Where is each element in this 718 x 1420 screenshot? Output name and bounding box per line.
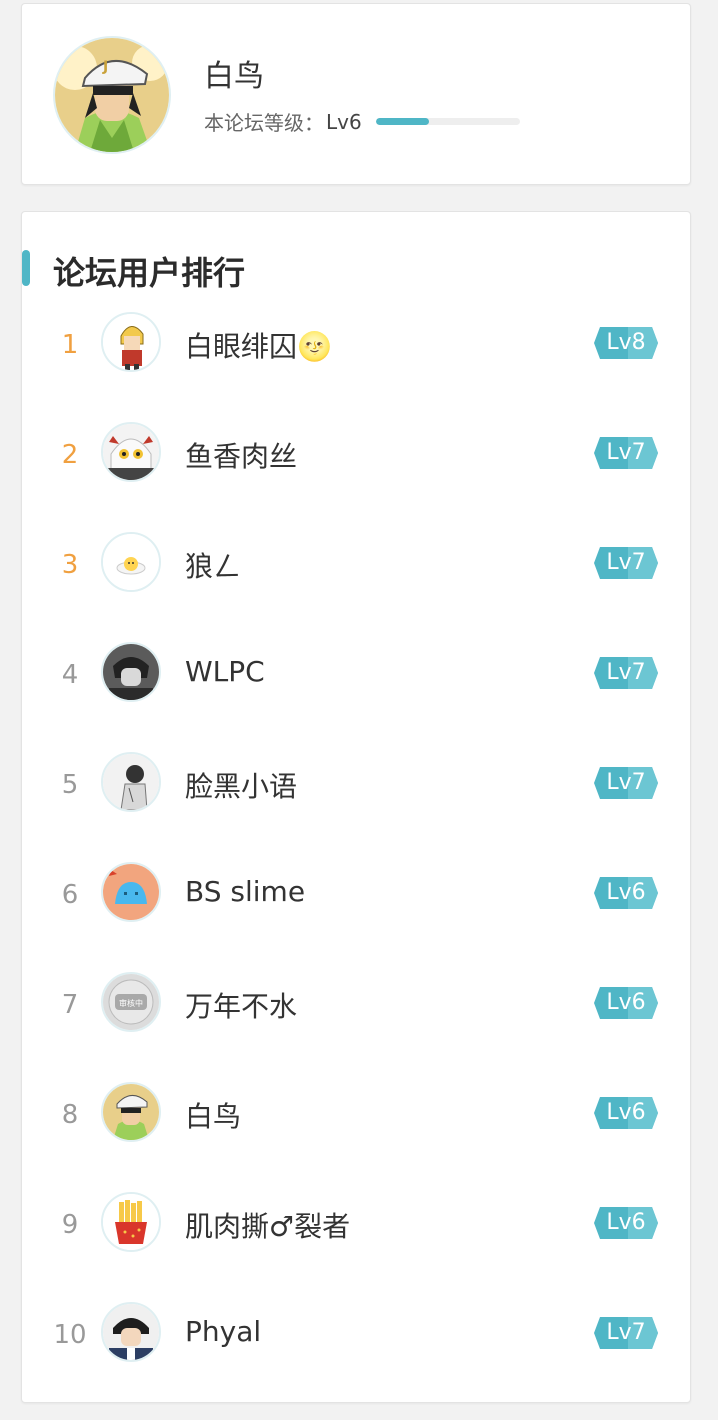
ranking-row[interactable]: 8 白鸟 Lv6 [22, 1070, 690, 1180]
rank-number: 8 [61, 1100, 79, 1130]
level-badge: Lv6 [594, 1097, 658, 1129]
under-review-icon: 审核中 [103, 974, 159, 1030]
level-badge: Lv6 [594, 987, 658, 1019]
level-badge: Lv7 [594, 1317, 658, 1349]
user-avatar[interactable]: 审核中 [101, 972, 161, 1032]
rank-number: 1 [61, 330, 79, 360]
user-avatar[interactable] [101, 1302, 161, 1362]
dark-hair-boy-icon [103, 644, 159, 700]
level-badge-text: Lv6 [606, 1100, 646, 1125]
level-badge-text: Lv7 [606, 660, 646, 685]
rank-number: 4 [61, 660, 79, 690]
ranking-row[interactable]: 1 白眼绯囚🌝 Lv8 [22, 300, 690, 410]
level-badge: Lv7 [594, 657, 658, 689]
level-value: Lv6 [326, 109, 362, 134]
rank-number: 2 [61, 440, 79, 470]
slime-icon [103, 864, 159, 920]
profile-card: J 白鸟 本论坛等级： Lv6 [21, 3, 691, 185]
svg-text:J: J [102, 59, 108, 75]
user-name[interactable]: Phyal [185, 1315, 261, 1348]
user-name[interactable]: BS slime [185, 875, 305, 908]
level-progress-fill [375, 118, 429, 125]
user-avatar[interactable] [101, 312, 161, 372]
user-avatar[interactable] [101, 752, 161, 812]
level-badge-text: Lv6 [606, 880, 646, 905]
level-badge-text: Lv7 [606, 770, 646, 795]
user-avatar[interactable] [101, 862, 161, 922]
level-badge: Lv7 [594, 767, 658, 799]
user-name[interactable]: 万年不水 [185, 985, 297, 1025]
sketch-boy-icon [103, 754, 159, 810]
level-badge-text: Lv6 [606, 990, 646, 1015]
ranking-row[interactable]: 9 肌肉撕♂裂者 Lv6 [22, 1180, 690, 1290]
level-badge-text: Lv7 [606, 550, 646, 575]
user-avatar[interactable] [101, 1192, 161, 1252]
rank-number: 9 [61, 1210, 79, 1240]
level-badge: Lv7 [594, 437, 658, 469]
jotaro-icon [103, 1084, 159, 1140]
ranking-row[interactable]: 4 WLPC Lv7 [22, 630, 690, 740]
level-badge: Lv6 [594, 1207, 658, 1239]
rank-number: 6 [61, 880, 79, 910]
user-name[interactable]: 脸黑小语 [185, 765, 297, 805]
user-name[interactable]: WLPC [185, 655, 265, 688]
level-badge: Lv7 [594, 547, 658, 579]
level-badge: Lv6 [594, 877, 658, 909]
level-badge-text: Lv7 [606, 1320, 646, 1345]
user-avatar[interactable] [101, 422, 161, 482]
level-badge-text: Lv8 [606, 330, 646, 355]
profile-level: 本论坛等级： Lv6 [204, 107, 520, 136]
rank-number: 10 [53, 1320, 87, 1350]
rank-number: 7 [61, 990, 79, 1020]
profile-avatar[interactable]: J [53, 36, 171, 154]
ranking-card: 论坛用户排行 1 白眼绯囚🌝 Lv8 2 鱼香肉丝 Lv7 3 狼ㄥ Lv7 4 WLPC L… [21, 211, 691, 1403]
user-avatar[interactable] [101, 642, 161, 702]
profile-name: 白鸟 [204, 59, 264, 94]
blonde-boy-icon [103, 314, 159, 370]
jotaro-icon: J [55, 38, 169, 152]
title-accent-bar [22, 250, 30, 286]
level-label: 本论坛等级： [204, 111, 324, 135]
user-name[interactable]: 鱼香肉丝 [185, 435, 297, 475]
ranking-row[interactable]: 6 BS slime Lv6 [22, 850, 690, 960]
user-avatar[interactable] [101, 1082, 161, 1142]
ranking-row[interactable]: 10 Phyal Lv7 [22, 1290, 690, 1400]
user-name[interactable]: 白鸟 [185, 1095, 241, 1135]
ranking-title: 论坛用户排行 [53, 254, 246, 292]
level-badge: Lv8 [594, 327, 658, 359]
level-progress-bar [375, 118, 520, 125]
ranking-row[interactable]: 5 脸黑小语 Lv7 [22, 740, 690, 850]
rank-number: 5 [61, 770, 79, 800]
user-name[interactable]: 白眼绯囚🌝 [185, 325, 332, 365]
fries-icon [103, 1194, 159, 1250]
anime-girl-icon [103, 424, 159, 480]
svg-text:审核中: 审核中 [119, 998, 143, 1008]
ranking-row[interactable]: 2 鱼香肉丝 Lv7 [22, 410, 690, 520]
level-badge-text: Lv6 [606, 1210, 646, 1235]
user-avatar[interactable] [101, 532, 161, 592]
egg-icon [103, 534, 159, 590]
user-name[interactable]: 肌肉撕♂裂者 [185, 1205, 350, 1245]
detective-icon [103, 1304, 159, 1360]
ranking-row[interactable]: 3 狼ㄥ Lv7 [22, 520, 690, 630]
rank-number: 3 [61, 550, 79, 580]
ranking-row[interactable]: 7 审核中 万年不水 Lv6 [22, 960, 690, 1070]
level-badge-text: Lv7 [606, 440, 646, 465]
user-name[interactable]: 狼ㄥ [185, 545, 241, 585]
